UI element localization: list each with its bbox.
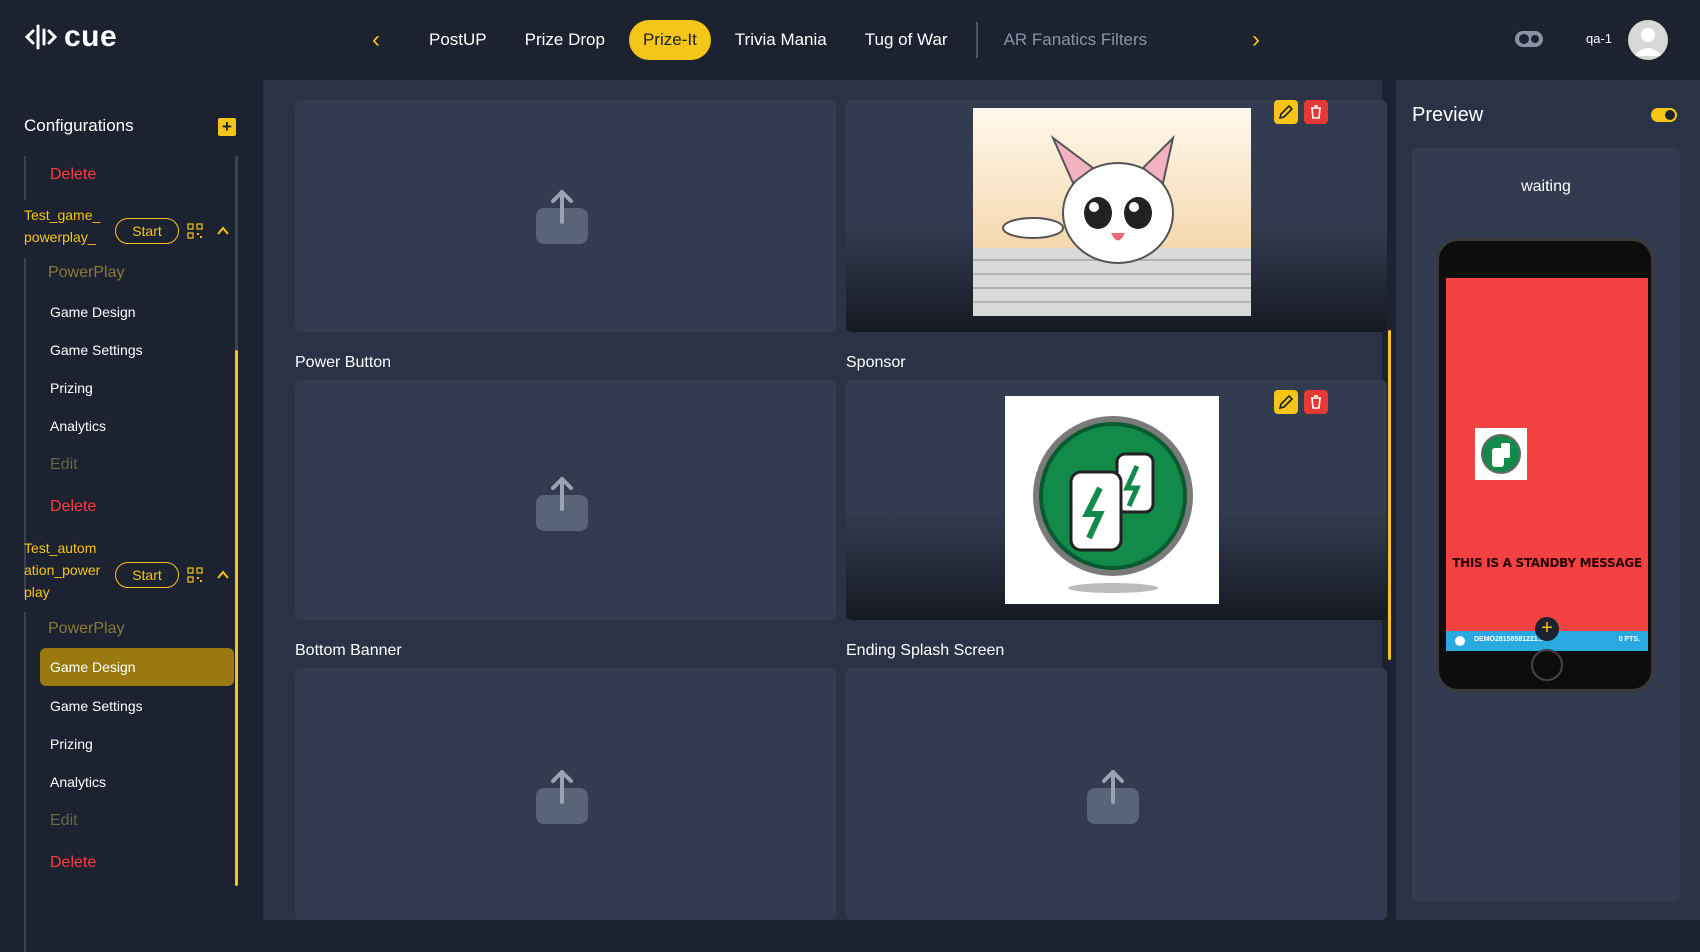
sidebar-rail — [24, 156, 26, 200]
delete-sponsor-button[interactable] — [1304, 390, 1328, 414]
upload-card-power-button[interactable] — [295, 380, 836, 620]
upload-icon — [536, 190, 588, 244]
delete-game-button[interactable]: Delete — [50, 498, 96, 516]
game-type-tabs: PostUP Prize Drop Prize-It Trivia Mania … — [415, 20, 1171, 60]
sidebar-scroll-thumb[interactable] — [235, 350, 238, 886]
start-game-1-button[interactable]: Start — [115, 218, 179, 244]
app-logo[interactable]: cue — [24, 20, 117, 54]
sponsor-logo-image — [1005, 396, 1219, 604]
card-label-sponsor: Sponsor — [846, 354, 906, 371]
phone-home-button — [1531, 649, 1563, 681]
upload-icon — [1087, 770, 1139, 824]
sidebar-item-game-settings[interactable]: Game Settings — [50, 698, 143, 714]
plus-icon: + — [222, 117, 232, 136]
phone-bar-points: 0 PTS. — [1618, 636, 1640, 643]
delete-image-button[interactable] — [1304, 100, 1328, 124]
sidebar-item-game-design-active[interactable]: Game Design — [40, 648, 234, 686]
sidebar-title: Configurations — [24, 116, 134, 135]
chevron-up-icon[interactable] — [216, 568, 230, 582]
sidebar-item-prizing[interactable]: Prizing — [50, 380, 93, 396]
preview-panel: Preview waiting THIS IS A STANDBY MESSAG… — [1396, 80, 1700, 920]
game-type-label: PowerPlay — [48, 264, 125, 281]
nav-divider — [975, 22, 978, 58]
preview-title: Preview — [1412, 104, 1484, 126]
card-label-bottom-banner: Bottom Banner — [295, 642, 402, 659]
chevron-right-icon: › — [1252, 26, 1260, 53]
plus-icon: + — [1541, 617, 1553, 639]
upload-card-top-left[interactable] — [295, 100, 836, 332]
sidebar-item-game-design[interactable]: Game Design — [50, 304, 136, 320]
trash-icon — [1311, 105, 1321, 119]
cue-logo-icon — [24, 24, 58, 50]
preview-box: waiting THIS IS A STANDBY MESSAGE DEMO28… — [1412, 148, 1680, 901]
delete-game-button[interactable]: Delete — [50, 854, 96, 872]
phone-bar-user: DEMO28158581221... — [1474, 636, 1544, 643]
sidebar-item-game-settings[interactable]: Game Settings — [50, 342, 143, 358]
edit-game-button[interactable]: Edit — [50, 812, 78, 830]
image-card-top-right[interactable] — [846, 100, 1387, 332]
upload-card-bottom-banner[interactable] — [295, 668, 836, 920]
gallery-scroll-thumb[interactable] — [1388, 330, 1391, 660]
info-icon — [1455, 636, 1465, 646]
tab-prize-drop[interactable]: Prize Drop — [511, 20, 619, 60]
qr-code-icon[interactable] — [187, 567, 203, 583]
tab-postup[interactable]: PostUP — [415, 20, 501, 60]
nav-prev-button[interactable]: ‹ — [362, 24, 390, 56]
tab-ar-fanatics-filters[interactable]: AR Fanatics Filters — [990, 20, 1162, 60]
configurations-sidebar: Configurations + Delete Test_game_ power… — [0, 80, 263, 952]
preview-status: waiting — [1521, 178, 1571, 195]
start-game-2-button[interactable]: Start — [115, 562, 179, 588]
tab-prize-it[interactable]: Prize-It — [628, 20, 711, 60]
tab-trivia-mania[interactable]: Trivia Mania — [721, 20, 841, 60]
game-name-2[interactable]: Test_autom ation_power play — [24, 537, 110, 603]
standby-message: THIS IS A STANDBY MESSAGE — [1452, 556, 1642, 570]
cat-image — [973, 108, 1251, 316]
user-icon — [1634, 28, 1662, 56]
game-type-label: PowerPlay — [48, 620, 125, 637]
user-name[interactable]: qa-1 — [1586, 31, 1612, 46]
trash-icon — [1311, 395, 1321, 409]
edit-game-button[interactable]: Edit — [50, 456, 78, 474]
preview-toggle[interactable] — [1651, 108, 1677, 122]
theme-toggle-icon[interactable] — [1514, 28, 1544, 50]
delete-config-button[interactable]: Delete — [50, 166, 96, 184]
game-design-gallery: Power Button Sponsor Bottom Banner Endin… — [263, 80, 1387, 920]
image-card-sponsor[interactable] — [846, 380, 1387, 620]
pencil-icon — [1278, 104, 1294, 120]
phone-sponsor-logo — [1475, 428, 1527, 480]
sidebar-rail — [24, 612, 26, 952]
chevron-up-icon[interactable] — [216, 224, 230, 238]
phone-plus-button: + — [1535, 617, 1559, 641]
user-avatar[interactable] — [1628, 20, 1668, 60]
phone-mockup: THIS IS A STANDBY MESSAGE DEMO2815858122… — [1436, 238, 1654, 692]
phone-screen: THIS IS A STANDBY MESSAGE DEMO2815858122… — [1446, 278, 1648, 651]
game-name-1[interactable]: Test_game_ powerplay_ — [24, 204, 110, 248]
pencil-icon — [1278, 394, 1294, 410]
upload-icon — [536, 770, 588, 824]
add-configuration-button[interactable]: + — [218, 118, 236, 136]
upload-card-ending-splash-screen[interactable] — [846, 668, 1387, 920]
logo-text: cue — [64, 20, 118, 53]
sidebar-item-analytics[interactable]: Analytics — [50, 774, 106, 790]
qr-code-icon[interactable] — [187, 223, 203, 239]
chevron-left-icon: ‹ — [372, 26, 380, 53]
tab-tug-of-war[interactable]: Tug of War — [851, 20, 962, 60]
edit-image-button[interactable] — [1274, 100, 1298, 124]
upload-icon — [536, 477, 588, 531]
edit-sponsor-button[interactable] — [1274, 390, 1298, 414]
sidebar-item-prizing[interactable]: Prizing — [50, 736, 93, 752]
nav-next-button[interactable]: › — [1242, 24, 1270, 56]
sidebar-item-analytics[interactable]: Analytics — [50, 418, 106, 434]
card-label-power-button: Power Button — [295, 354, 392, 371]
card-label-ending-splash-screen: Ending Splash Screen — [846, 642, 1005, 659]
top-bar: cue ‹ PostUP Prize Drop Prize-It Trivia … — [0, 0, 1700, 80]
